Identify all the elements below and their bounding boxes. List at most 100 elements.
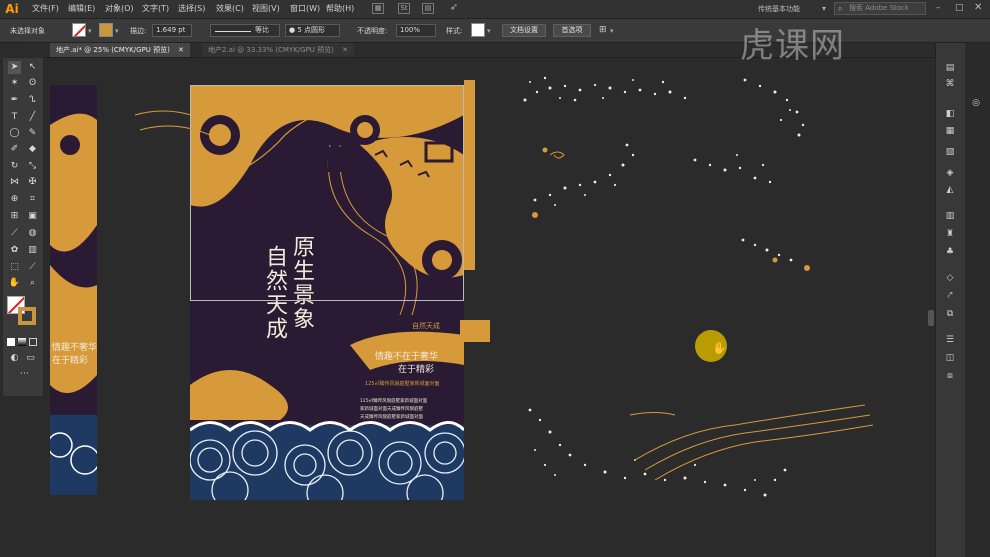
width-icon[interactable]: ⋈ [8, 176, 21, 189]
tab-document-2[interactable]: 地产2.ai @ 33.33% (CMYK/GPU 预览) ✕ [202, 43, 354, 57]
graphic-style-swatch[interactable] [471, 23, 485, 37]
screen-mode-icon[interactable]: ▭ [24, 352, 37, 365]
draw-mode-icon[interactable]: ◐ [8, 352, 21, 365]
bridge-icon[interactable]: ▦ [372, 3, 384, 14]
scale-icon[interactable]: ⤡ [26, 160, 39, 173]
stock-search-input[interactable]: 搜索 Adobe Stock [834, 2, 926, 15]
transparency-icon[interactable]: ◫ [944, 352, 956, 364]
stroke-label: 描边: [130, 27, 147, 35]
brushes-icon[interactable]: ♜ [944, 228, 956, 240]
menu-help[interactable]: 帮助(H) [326, 3, 354, 14]
stroke-chevron-icon[interactable]: ▾ [115, 27, 119, 35]
menu-object[interactable]: 对象(O) [105, 3, 134, 14]
properties-icon[interactable]: ▤ [944, 62, 956, 74]
color-guide-icon[interactable]: ▦ [944, 125, 956, 137]
edit-toolbar-icon[interactable]: ⋯ [18, 368, 31, 381]
artboard-left-poster[interactable]: 情趣不奢华 在于精彩 [50, 85, 97, 495]
direct-selection-icon[interactable]: ↖ [26, 61, 39, 74]
none-mode-icon[interactable] [29, 338, 37, 346]
style-chevron-icon[interactable]: ▾ [487, 27, 491, 35]
align-icon[interactable]: ☰ [944, 334, 956, 346]
symbols-icon[interactable]: ♣ [944, 246, 956, 258]
stroke-weight-value: 1.649 [156, 26, 177, 34]
menu-window[interactable]: 窗口(W) [290, 3, 320, 14]
type-icon[interactable]: T [8, 111, 21, 124]
tab-label: 地产.ai* @ 25% (CMYK/GPU 预览) [56, 46, 170, 54]
workspace-chevron-icon[interactable]: ▾ [822, 4, 826, 13]
artboard-icon[interactable]: ⬚ [8, 261, 21, 274]
gpu-rocket-icon[interactable]: ➶ [448, 3, 460, 14]
opacity-input[interactable]: 100% [396, 24, 436, 37]
vertical-scrollbar-thumb[interactable] [928, 310, 934, 326]
artboards-icon[interactable]: ⧉ [944, 308, 956, 320]
document-info-icon[interactable]: ▧ [944, 146, 956, 158]
panel-dock-edge [965, 43, 990, 557]
stroke-color-box[interactable] [18, 307, 36, 325]
selection-status: 未选择对象 [10, 27, 45, 35]
tab-close-icon[interactable]: ✕ [342, 46, 348, 54]
menu-select[interactable]: 选择(S) [178, 3, 205, 14]
export-icon[interactable]: ⤤ [944, 290, 956, 302]
arrange-documents-icon[interactable]: ⊞ [599, 25, 607, 35]
menu-effect[interactable]: 效果(C) [216, 3, 244, 14]
zoom-icon[interactable]: ⌕ [26, 277, 39, 290]
minimize-icon[interactable]: – [936, 3, 941, 13]
rotate-icon[interactable]: ↻ [8, 160, 21, 173]
shape-builder-icon[interactable]: ⊕ [8, 193, 21, 206]
eraser-icon[interactable]: ◆ [26, 143, 39, 156]
hand-icon[interactable]: ✋ [8, 277, 21, 290]
document-setup-button[interactable]: 文档设置 [502, 24, 546, 37]
gradient-icon[interactable]: ▣ [26, 210, 39, 223]
pathfinder-icon[interactable]: ⧈ [944, 370, 956, 382]
graphic-styles-icon[interactable]: ◈ [944, 167, 956, 179]
perspective-grid-icon[interactable]: ⌗ [26, 193, 39, 206]
variable-width-profile[interactable]: 等比 [210, 24, 280, 37]
puppet-warp-icon[interactable]: ✠ [26, 176, 39, 189]
line-segment-icon[interactable]: ╱ [26, 111, 39, 124]
shaper-icon[interactable]: ✐ [8, 143, 21, 156]
brush-label: 5 点圆形 [297, 26, 326, 34]
poster-orange-line: 125㎡臻传风貌庭墅家新城面对面 [365, 381, 440, 387]
maximize-icon[interactable]: □ [955, 3, 964, 13]
workspace-switcher[interactable]: 传统基本功能 [758, 4, 800, 14]
ellipse-icon[interactable]: ◯ [8, 127, 21, 140]
menu-type[interactable]: 文字(T) [142, 3, 169, 14]
menu-view[interactable]: 视图(V) [252, 3, 280, 14]
layers-icon[interactable]: ◇ [944, 272, 956, 284]
lasso-icon[interactable]: ʘ [26, 77, 39, 90]
selection-tool-icon[interactable]: ➤ [8, 61, 21, 74]
libraries-icon[interactable]: ⌘ [944, 78, 956, 90]
brush-definition[interactable]: ● 5 点圆形 [285, 24, 340, 37]
slice-icon[interactable]: ⟋ [26, 261, 39, 274]
column-graph-icon[interactable]: ▥ [26, 244, 39, 257]
fill-chevron-icon[interactable]: ▾ [88, 27, 92, 35]
symbol-sprayer-icon[interactable]: ✿ [8, 244, 21, 257]
close-icon[interactable]: ✕ [974, 2, 982, 13]
stock-icon[interactable]: St [398, 3, 410, 14]
appearance-icon[interactable]: ◎ [970, 97, 982, 109]
magic-wand-icon[interactable]: ✶ [8, 77, 21, 90]
fill-swatch[interactable] [72, 23, 86, 37]
image-trace-icon[interactable]: ◭ [944, 184, 956, 196]
pen-icon[interactable]: ✒ [8, 94, 21, 107]
swatches-icon[interactable]: ▥ [944, 210, 956, 222]
arrange-chevron-icon[interactable]: ▾ [610, 27, 614, 35]
color-mode-icon[interactable] [7, 338, 15, 346]
menu-file[interactable]: 文件(F) [32, 3, 59, 14]
paintbrush-icon[interactable]: ✎ [26, 127, 39, 140]
tab-close-icon[interactable]: ✕ [178, 46, 184, 54]
blend-icon[interactable]: ◍ [26, 227, 39, 240]
menu-edit[interactable]: 编辑(E) [68, 3, 95, 14]
arrange-icon[interactable]: ▤ [422, 3, 434, 14]
tab-document-1[interactable]: 地产.ai* @ 25% (CMYK/GPU 预览) ✕ [50, 43, 190, 57]
tab-label: 地产2.ai @ 33.33% (CMYK/GPU 预览) [208, 46, 334, 54]
stroke-weight-input[interactable]: 1.649 pt [152, 24, 192, 37]
eyedropper-icon[interactable]: ⟋ [8, 227, 21, 240]
gradient-mode-icon[interactable] [18, 338, 26, 346]
curvature-icon[interactable]: ᔐ [26, 94, 39, 107]
preferences-button[interactable]: 首选项 [553, 24, 591, 37]
mesh-icon[interactable]: ⊞ [8, 210, 21, 223]
color-icon[interactable]: ◧ [944, 108, 956, 120]
stroke-swatch[interactable] [99, 23, 113, 37]
brush-dot-icon: ● [289, 26, 296, 34]
